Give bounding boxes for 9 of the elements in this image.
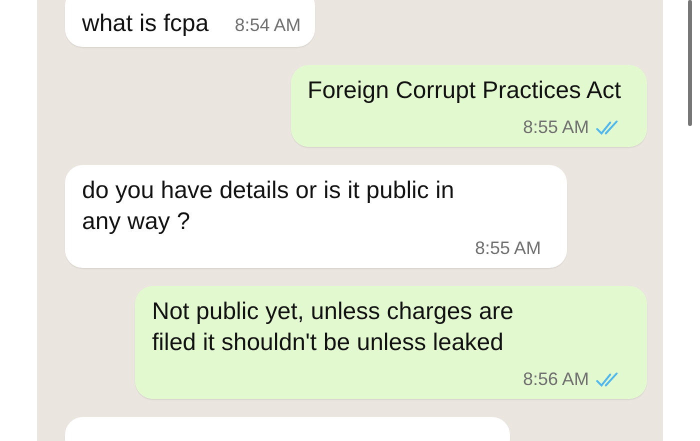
message-text: what is fcpa (82, 9, 209, 39)
scrollbar[interactable] (688, 0, 692, 126)
message-time: 8:55 AM (522, 116, 589, 139)
message-text: Not public yet, unless charges are filed it shouldn't be unless leaked (152, 297, 515, 358)
message-text: do you have details or is it public in any way ? (82, 176, 456, 237)
message-time: 8:54 AM (234, 14, 301, 37)
message-time: 8:55 AM (474, 237, 541, 260)
message-text: Foreign Corrupt Practices Act (308, 76, 621, 106)
message-time: 8:56 AM (522, 368, 589, 391)
